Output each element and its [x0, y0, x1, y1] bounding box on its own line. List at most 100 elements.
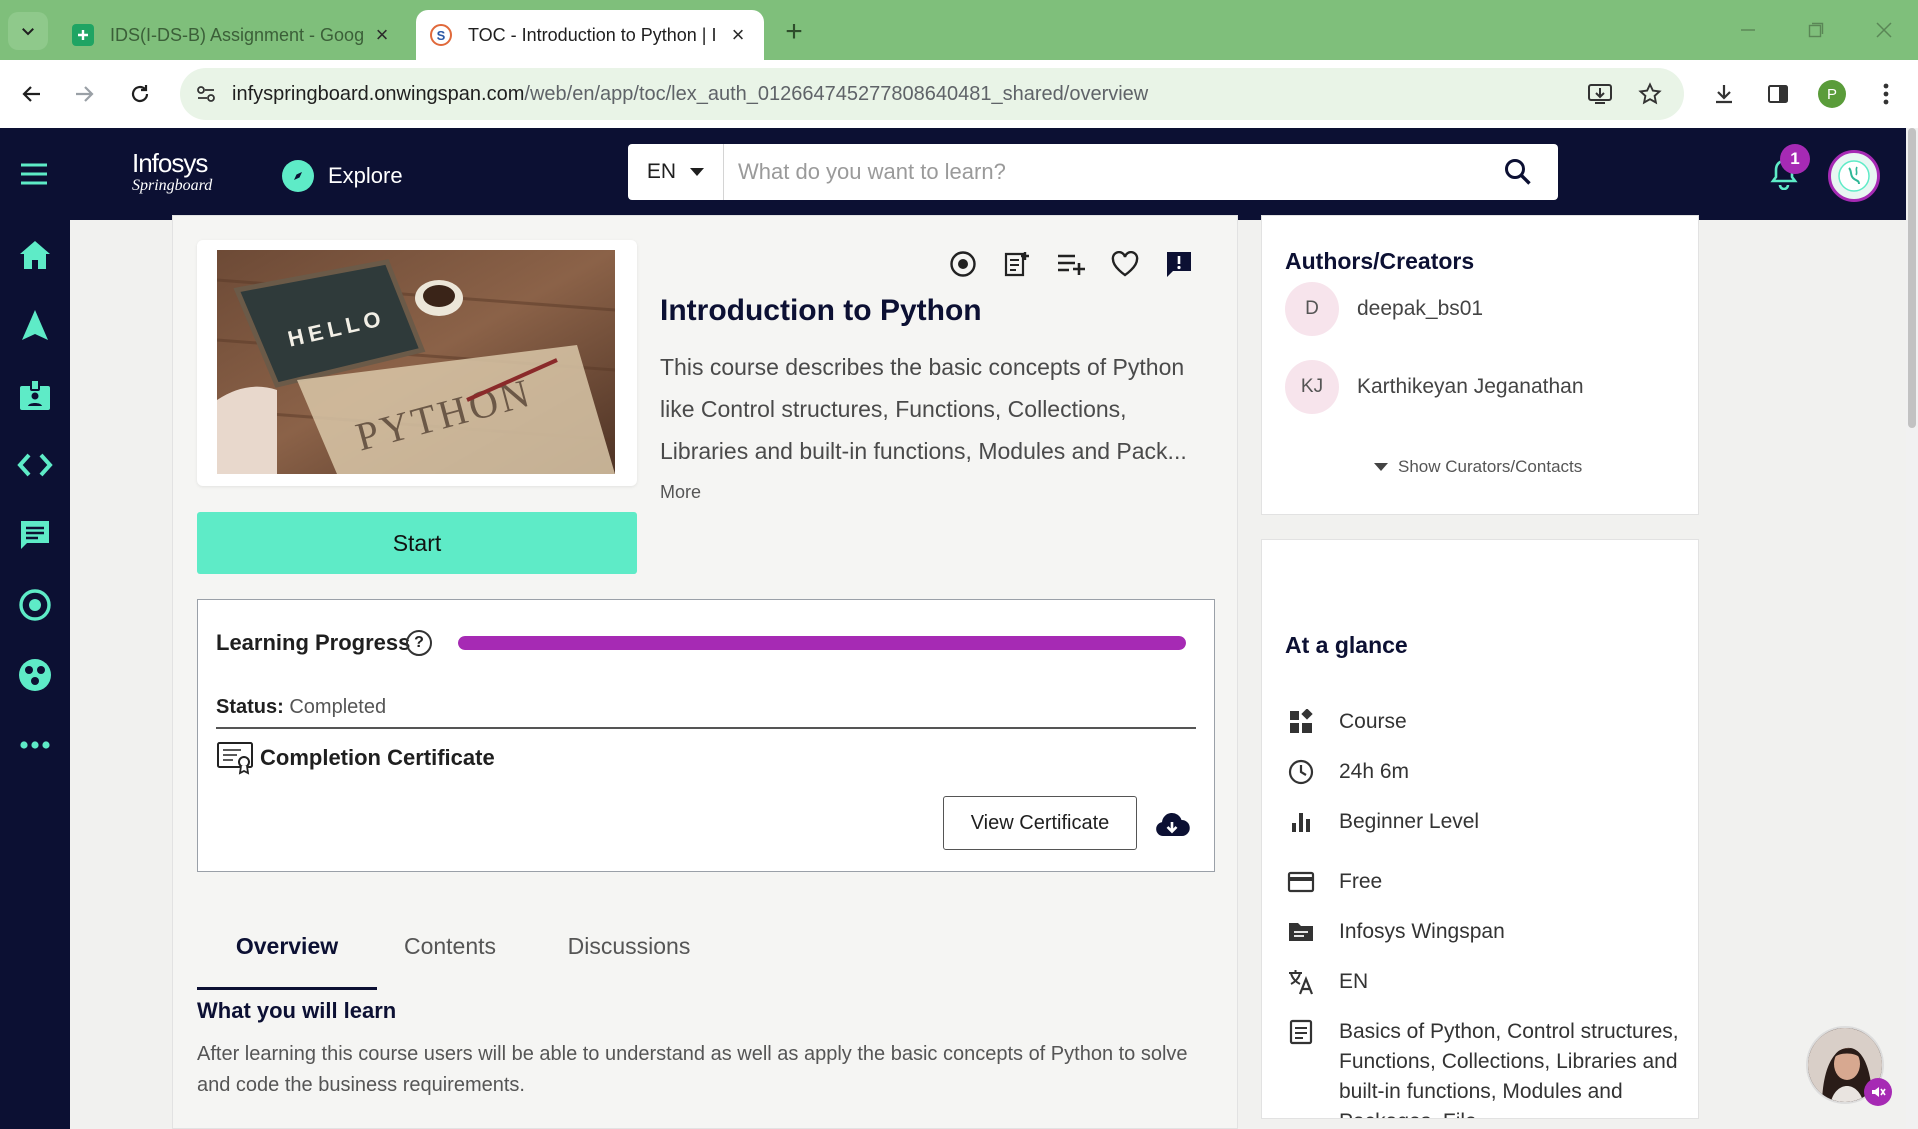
show-curators-toggle[interactable]: Show Curators/Contacts — [1374, 454, 1582, 480]
more-icon — [20, 741, 50, 749]
what-you-will-learn-text: After learning this course users will be… — [197, 1043, 1188, 1096]
mute-button[interactable] — [1864, 1078, 1892, 1106]
sidebar-item-code[interactable] — [12, 442, 58, 488]
target-icon — [950, 251, 976, 277]
status-line: Status: Completed — [216, 696, 386, 719]
sidebar-item-more[interactable] — [12, 722, 58, 768]
menu-button[interactable] — [14, 154, 54, 194]
sidebar-item-chat[interactable] — [12, 512, 58, 558]
what-you-will-learn-heading: What you will learn — [197, 998, 397, 1023]
left-sidebar — [0, 220, 70, 1129]
forward-button[interactable] — [64, 74, 104, 114]
certificate-icon — [216, 741, 254, 775]
chevron-down-icon — [22, 28, 34, 36]
tab-discussions[interactable]: Discussions — [559, 896, 699, 996]
close-window-button[interactable] — [1854, 8, 1914, 52]
divider — [216, 727, 1196, 729]
url-host: infyspringboard.onwingspan.com — [232, 82, 525, 105]
search-input[interactable] — [724, 144, 1478, 200]
course-action-icons — [945, 246, 1215, 282]
google-sheets-icon — [72, 24, 94, 46]
author-name: deepak_bs01 — [1357, 297, 1484, 320]
explore-button[interactable]: Explore — [282, 156, 403, 196]
more-link[interactable]: More — [660, 482, 701, 503]
tab-contents[interactable]: Contents — [395, 896, 505, 996]
tab-overview[interactable]: Overview — [197, 896, 377, 996]
glance-row-level: Beginner Level — [1285, 807, 1679, 837]
caret-down-icon — [1374, 463, 1388, 471]
level-icon — [1285, 807, 1317, 837]
glance-text: 24h 6m — [1339, 760, 1410, 783]
address-bar[interactable]: infyspringboard.onwingspan.com/web/en/ap… — [180, 68, 1684, 120]
glance-row-duration: 24h 6m — [1285, 757, 1679, 787]
chat-icon — [21, 521, 49, 549]
glance-row-price: Free — [1285, 867, 1679, 897]
page-scrollbar[interactable] — [1906, 128, 1918, 1129]
completion-certificate-row: Completion Certificate — [216, 738, 495, 778]
tab-search-button[interactable] — [8, 12, 48, 50]
close-icon[interactable]: × — [370, 22, 394, 47]
author-item[interactable]: KJ Karthikeyan Jeganathan — [1285, 360, 1584, 414]
author-item[interactable]: D deepak_bs01 — [1285, 282, 1483, 336]
scrollbar-thumb[interactable] — [1908, 128, 1916, 428]
app-header: Infosys Springboard Explore EN 1 — [0, 128, 1918, 220]
download-certificate-button[interactable] — [1152, 808, 1192, 844]
badge-icon — [20, 379, 50, 410]
kebab-menu-icon — [1883, 83, 1889, 105]
logo-line1: Infosys — [132, 148, 208, 178]
browser-tab-toc[interactable]: S TOC - Introduction to Python | I × — [416, 10, 764, 60]
downloads-button[interactable] — [1704, 74, 1744, 114]
close-icon[interactable]: × — [726, 22, 750, 47]
course-thumbnail-image: HELLO PYTHON — [217, 250, 615, 474]
clock-icon — [1285, 757, 1317, 787]
start-button[interactable]: Start — [197, 512, 637, 574]
arrow-right-icon — [76, 86, 94, 102]
reload-button[interactable] — [120, 74, 160, 114]
language-select[interactable]: EN — [628, 144, 724, 200]
status-value: Completed — [289, 696, 387, 718]
new-tab-button[interactable]: + — [776, 14, 812, 50]
course-type-icon — [1285, 707, 1317, 737]
side-panel-button[interactable] — [1758, 74, 1798, 114]
view-certificate-button[interactable]: View Certificate — [943, 796, 1137, 850]
note-add-icon — [1004, 252, 1029, 277]
glance-text: Course — [1339, 710, 1407, 733]
help-icon[interactable]: ? — [406, 630, 432, 656]
add-to-list-button[interactable] — [1053, 246, 1089, 282]
profile-button[interactable]: P — [1812, 74, 1852, 114]
feedback-button[interactable] — [1161, 246, 1197, 282]
avatar-icon — [1838, 160, 1870, 192]
learning-progress-box: Learning Progress ? Status: Completed Co… — [197, 599, 1215, 872]
chevron-down-icon — [690, 168, 705, 176]
browser-menu-button[interactable] — [1866, 74, 1906, 114]
minimize-button[interactable] — [1718, 8, 1778, 52]
glance-text: Infosys Wingspan — [1339, 920, 1505, 943]
install-app-button[interactable] — [1580, 74, 1620, 114]
reload-icon — [131, 85, 149, 103]
browser-toolbar: infyspringboard.onwingspan.com/web/en/ap… — [0, 60, 1918, 128]
language-icon — [1285, 967, 1317, 997]
infosys-springboard-logo[interactable]: Infosys Springboard — [132, 148, 212, 200]
sidebar-item-navigate[interactable] — [12, 302, 58, 348]
user-avatar[interactable] — [1828, 150, 1880, 202]
arrow-left-icon — [22, 86, 40, 102]
favorite-button[interactable] — [1107, 246, 1143, 282]
site-settings-icon[interactable] — [180, 83, 232, 105]
notification-count-badge: 1 — [1780, 144, 1810, 174]
language-value: EN — [646, 160, 677, 183]
sidebar-item-badge[interactable] — [12, 372, 58, 418]
sidebar-item-home[interactable] — [12, 232, 58, 278]
course-description: This course describes the basic concepts… — [660, 354, 1187, 464]
restore-button[interactable] — [1786, 8, 1846, 52]
browser-tab-sheets[interactable]: IDS(I-DS-B) Assignment - Goog × — [58, 10, 408, 60]
sidebar-item-target[interactable] — [12, 582, 58, 628]
add-to-playlist-button[interactable] — [999, 246, 1035, 282]
back-button[interactable] — [12, 74, 52, 114]
browser-tab-title: IDS(I-DS-B) Assignment - Goog — [110, 24, 365, 45]
goal-button[interactable] — [945, 246, 981, 282]
sidebar-item-community[interactable] — [12, 652, 58, 698]
course-main-card: HELLO PYTHON Introduction to Python This… — [172, 215, 1238, 1129]
search-button[interactable] — [1478, 144, 1558, 200]
side-panel-icon — [1768, 85, 1788, 103]
bookmark-button[interactable] — [1630, 74, 1670, 114]
